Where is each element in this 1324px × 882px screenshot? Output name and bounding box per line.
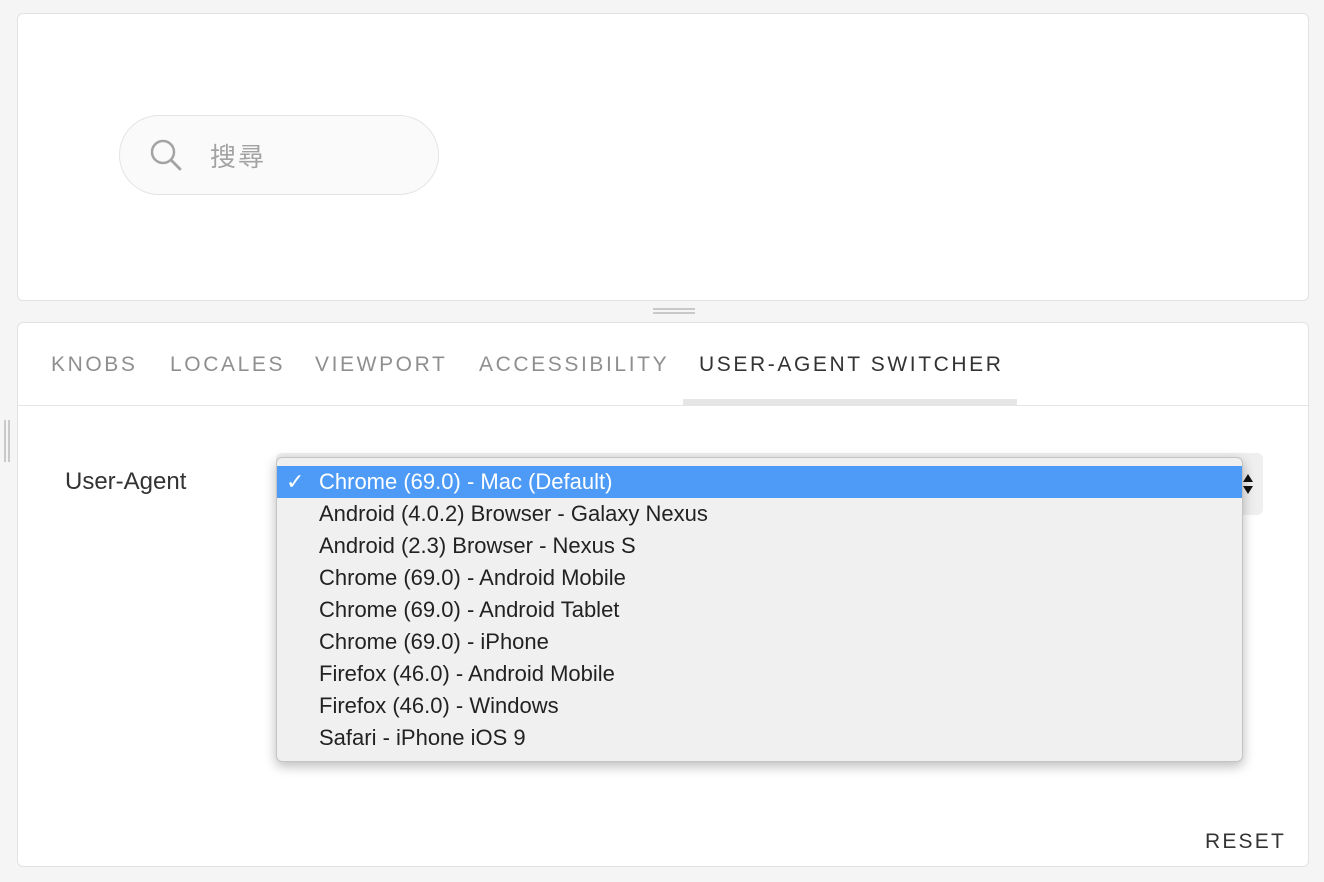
user-agent-option[interactable]: Android (4.0.2) Browser - Galaxy Nexus [277,498,1242,530]
checkmark-icon: ✓ [286,469,305,494]
option-label: Chrome (69.0) - iPhone [319,629,549,654]
select-arrows-icon [1243,474,1253,494]
user-agent-option[interactable]: Chrome (69.0) - Android Tablet [277,594,1242,626]
panel-resize-handle[interactable] [653,307,695,315]
search-input[interactable]: 搜尋 [119,115,439,195]
option-label: Chrome (69.0) - Android Tablet [319,597,620,622]
user-agent-option[interactable]: Android (2.3) Browser - Nexus S [277,530,1242,562]
user-agent-option[interactable]: Chrome (69.0) - Android Mobile [277,562,1242,594]
option-label: Chrome (69.0) - Mac (Default) [319,469,613,494]
search-icon [150,139,182,171]
option-label: Chrome (69.0) - Android Mobile [319,565,626,590]
option-label: Firefox (46.0) - Windows [319,693,559,718]
user-agent-dropdown-menu: ✓ Chrome (69.0) - Mac (Default) Android … [276,457,1243,762]
option-label: Android (2.3) Browser - Nexus S [319,533,636,558]
active-tab-indicator [683,399,1017,405]
reset-button[interactable]: RESET [1205,830,1286,854]
tab-accessibility[interactable]: ACCESSIBILITY [479,323,669,406]
option-label: Android (4.0.2) Browser - Galaxy Nexus [319,501,708,526]
user-agent-option[interactable]: Chrome (69.0) - iPhone [277,626,1242,658]
sidebar-resize-handle[interactable] [3,420,11,462]
user-agent-option[interactable]: Firefox (46.0) - Windows [277,690,1242,722]
tab-locales[interactable]: LOCALES [170,323,285,406]
user-agent-option-selected[interactable]: ✓ Chrome (69.0) - Mac (Default) [277,466,1242,498]
preview-panel: 搜尋 [17,13,1309,301]
addons-panel: KNOBS LOCALES VIEWPORT ACCESSIBILITY USE… [17,322,1309,867]
search-placeholder: 搜尋 [210,141,267,172]
user-agent-option[interactable]: Firefox (46.0) - Android Mobile [277,658,1242,690]
option-label: Firefox (46.0) - Android Mobile [319,661,615,686]
option-label: Safari - iPhone iOS 9 [319,725,526,750]
user-agent-label: User-Agent [65,468,187,495]
tab-viewport[interactable]: VIEWPORT [315,323,447,406]
tab-knobs[interactable]: KNOBS [51,323,138,406]
user-agent-option[interactable]: Safari - iPhone iOS 9 [277,722,1242,754]
tab-user-agent-switcher[interactable]: USER-AGENT SWITCHER [699,323,1004,406]
addons-tabbar: KNOBS LOCALES VIEWPORT ACCESSIBILITY USE… [18,323,1308,406]
